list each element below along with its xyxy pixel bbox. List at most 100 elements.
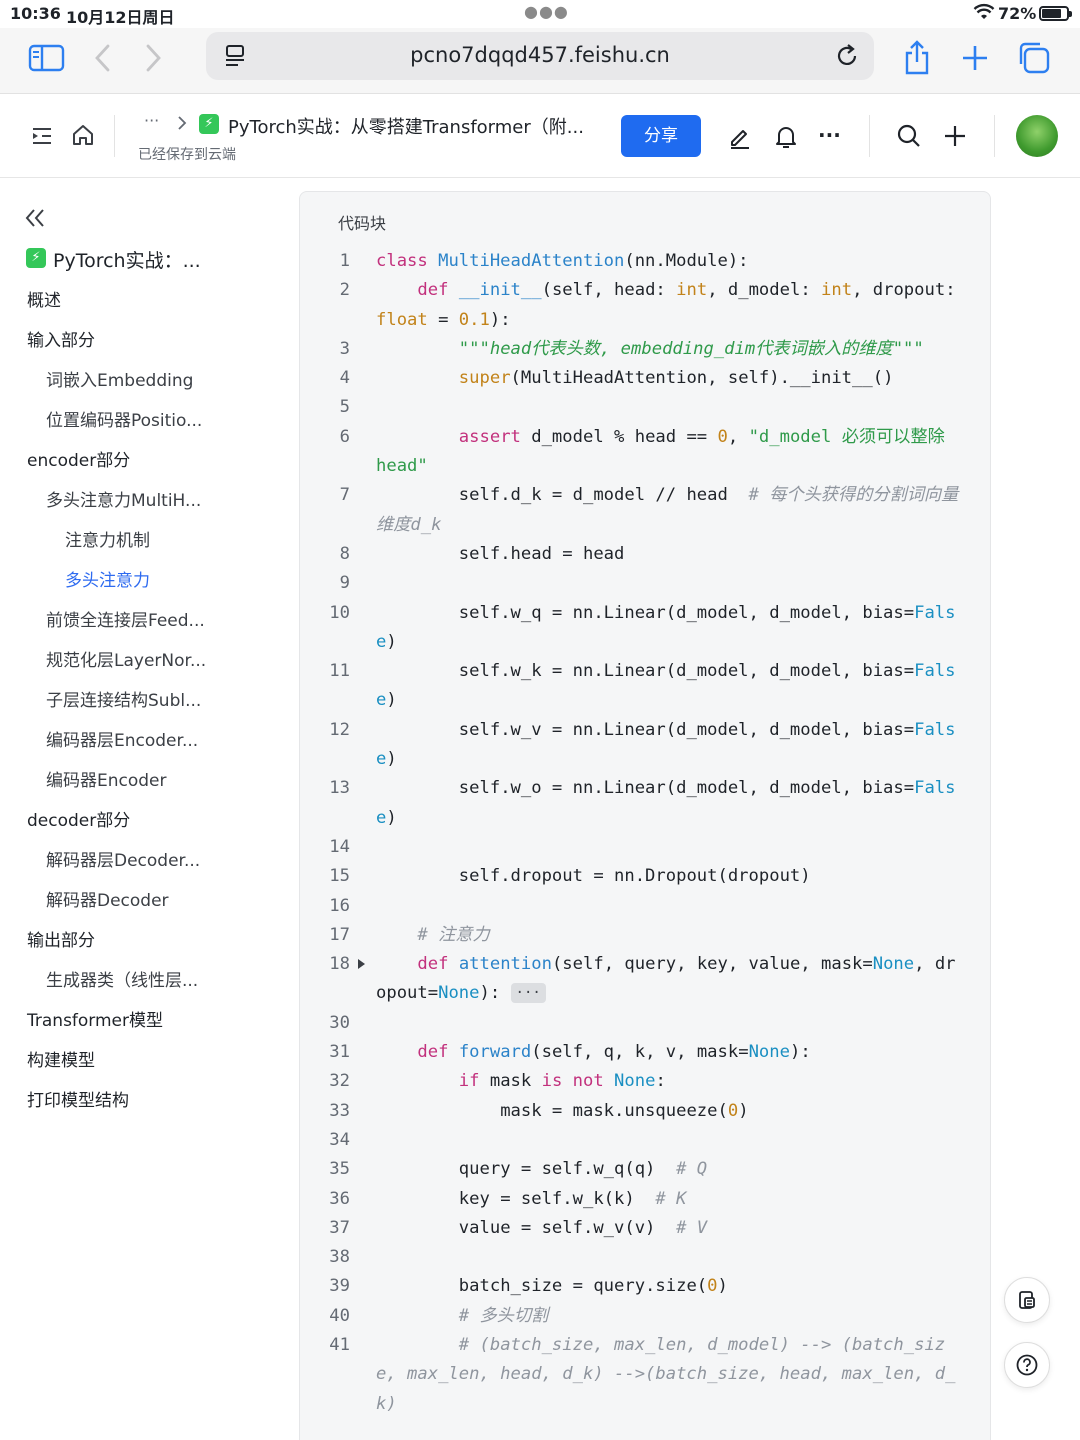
code-text[interactable]: super(MultiHeadAttention, self).__init__… <box>354 364 990 393</box>
code-line[interactable]: 1 class MultiHeadAttention(nn.Module): <box>300 247 990 276</box>
code-text[interactable]: self.w_q = nn.Linear(d_model, d_model, b… <box>354 599 990 658</box>
code-line[interactable]: 35 query = self.w_q(q) # Q <box>300 1155 990 1184</box>
code-line[interactable]: 31 def forward(self, q, k, v, mask=None)… <box>300 1038 990 1067</box>
code-text[interactable] <box>354 569 990 598</box>
code-text[interactable]: class MultiHeadAttention(nn.Module): <box>354 247 990 276</box>
code-text[interactable]: def attention(self, query, key, value, m… <box>354 950 990 1009</box>
code-line[interactable]: 30 <box>300 1009 990 1038</box>
forward-icon[interactable] <box>142 38 164 78</box>
code-text[interactable]: self.head = head <box>354 540 990 569</box>
outline-item[interactable]: 概述 <box>27 286 61 311</box>
code-line[interactable]: 40 # 多头切割 <box>300 1302 990 1331</box>
collapse-double-left-icon[interactable] <box>24 207 46 229</box>
code-block[interactable]: 代码块 1 class MultiHeadAttention(nn.Module)… <box>299 191 991 1440</box>
code-text[interactable] <box>354 1243 990 1272</box>
outline-item[interactable]: 规范化层LayerNor... <box>46 646 206 671</box>
home-icon[interactable] <box>71 123 95 147</box>
code-line[interactable]: 13 self.w_o = nn.Linear(d_model, d_model… <box>300 774 990 833</box>
code-line[interactable]: 4 super(MultiHeadAttention, self).__init… <box>300 364 990 393</box>
plus-icon[interactable] <box>942 123 968 149</box>
sidebar-toggle-icon[interactable] <box>28 38 66 78</box>
code-line[interactable]: 17 # 注意力 <box>300 921 990 950</box>
outline-item[interactable]: 注意力机制 <box>65 526 150 551</box>
help-button[interactable] <box>1004 1342 1050 1388</box>
code-text[interactable]: mask = mask.unsqueeze(0) <box>354 1097 990 1126</box>
code-text[interactable]: self.d_k = d_model // head # 每个头获得的分割词向量… <box>354 481 990 540</box>
code-line[interactable]: 6 assert d_model % head == 0, "d_model 必… <box>300 423 990 482</box>
code-text[interactable]: def __init__(self, head: int, d_model: i… <box>354 276 990 335</box>
folded-code-ellipsis[interactable]: ··· <box>510 983 546 1004</box>
code-text[interactable] <box>354 892 990 921</box>
avatar[interactable] <box>1016 115 1058 157</box>
url-text[interactable]: pcno7dqqd457.feishu.cn <box>206 43 874 67</box>
code-text[interactable]: # 注意力 <box>354 921 990 950</box>
code-text[interactable]: query = self.w_q(q) # Q <box>354 1155 990 1184</box>
outline-item[interactable]: 前馈全连接层Feed... <box>46 606 205 631</box>
code-text[interactable]: assert d_model % head == 0, "d_model 必须可… <box>354 423 990 482</box>
outline-item[interactable]: 输入部分 <box>27 326 95 351</box>
search-icon[interactable] <box>896 123 922 149</box>
edit-icon[interactable] <box>728 125 752 149</box>
code-text[interactable]: self.dropout = nn.Dropout(dropout) <box>354 862 990 891</box>
code-line[interactable]: 39 batch_size = query.size(0) <box>300 1272 990 1301</box>
code-text[interactable]: batch_size = query.size(0) <box>354 1272 990 1301</box>
back-icon[interactable] <box>92 38 114 78</box>
code-text[interactable]: if mask is not None: <box>354 1067 990 1096</box>
outline-item[interactable]: 位置编码器Positio... <box>46 406 202 431</box>
outline-item[interactable]: 编码器Encoder <box>46 766 167 791</box>
code-text[interactable]: value = self.w_v(v) # V <box>354 1214 990 1243</box>
code-text[interactable] <box>354 393 990 422</box>
outline-item[interactable]: 生成器类（线性层... <box>46 966 198 991</box>
reload-icon[interactable] <box>834 43 860 69</box>
tabs-icon[interactable] <box>1016 38 1052 78</box>
multitasking-dots-icon[interactable]: ●●● <box>524 2 569 21</box>
more-icon[interactable]: ··· <box>818 123 841 147</box>
code-line[interactable]: 2 def __init__(self, head: int, d_model:… <box>300 276 990 335</box>
outline-item[interactable]: 多头注意力MultiH... <box>46 486 201 511</box>
outline-item[interactable]: PyTorch实战：... <box>53 246 201 273</box>
comment-button[interactable] <box>1004 1277 1050 1323</box>
bell-icon[interactable] <box>774 124 798 150</box>
outline-item[interactable]: 解码器Decoder <box>46 886 169 911</box>
outline-item[interactable]: 解码器层Decoder... <box>46 846 200 871</box>
code-text[interactable]: self.w_k = nn.Linear(d_model, d_model, b… <box>354 657 990 716</box>
fold-arrow-icon[interactable] <box>358 959 365 970</box>
code-line[interactable]: 8 self.head = head <box>300 540 990 569</box>
outline-item[interactable]: 构建模型 <box>27 1046 95 1071</box>
code-line[interactable]: 38 <box>300 1243 990 1272</box>
code-line[interactable]: 7 self.d_k = d_model // head # 每个头获得的分割词… <box>300 481 990 540</box>
outline-item-active[interactable]: 多头注意力 <box>65 566 150 591</box>
code-text[interactable] <box>354 1126 990 1155</box>
code-line[interactable]: 15 self.dropout = nn.Dropout(dropout) <box>300 862 990 891</box>
code-line[interactable]: 32 if mask is not None: <box>300 1067 990 1096</box>
code-text[interactable]: # (batch_size, max_len, d_model) --> (ba… <box>354 1331 990 1419</box>
code-line[interactable]: 9 <box>300 569 990 598</box>
breadcrumb-more[interactable]: ··· <box>144 111 159 130</box>
doc-title[interactable]: PyTorch实战：从零搭建Transformer（附... <box>228 113 584 139</box>
code-line[interactable]: 11 self.w_k = nn.Linear(d_model, d_model… <box>300 657 990 716</box>
outline-item[interactable]: decoder部分 <box>27 806 130 831</box>
code-line[interactable]: 14 <box>300 833 990 862</box>
outline-item[interactable]: 打印模型结构 <box>27 1086 129 1111</box>
code-line[interactable]: 12 self.w_v = nn.Linear(d_model, d_model… <box>300 716 990 775</box>
code-line[interactable]: 36 key = self.w_k(k) # K <box>300 1185 990 1214</box>
code-text[interactable]: key = self.w_k(k) # K <box>354 1185 990 1214</box>
code-line[interactable]: 3 """head代表头数, embedding_dim代表词嵌入的维度""" <box>300 335 990 364</box>
code-text[interactable]: # 多头切割 <box>354 1302 990 1331</box>
code-text[interactable]: """head代表头数, embedding_dim代表词嵌入的维度""" <box>354 335 990 364</box>
outline-item[interactable]: 输出部分 <box>27 926 95 951</box>
outline-item[interactable]: 子层连接结构Subl... <box>46 686 201 711</box>
new-tab-icon[interactable] <box>960 38 990 78</box>
code-text[interactable]: self.w_v = nn.Linear(d_model, d_model, b… <box>354 716 990 775</box>
code-line[interactable]: 18 def attention(self, query, key, value… <box>300 950 990 1009</box>
code-text[interactable]: self.w_o = nn.Linear(d_model, d_model, b… <box>354 774 990 833</box>
code-line[interactable]: 16 <box>300 892 990 921</box>
code-line[interactable]: 41 # (batch_size, max_len, d_model) --> … <box>300 1331 990 1419</box>
share-icon[interactable] <box>902 38 932 78</box>
address-bar[interactable]: pcno7dqqd457.feishu.cn <box>206 32 874 80</box>
code-line[interactable]: 10 self.w_q = nn.Linear(d_model, d_model… <box>300 599 990 658</box>
code-line[interactable]: 33 mask = mask.unsqueeze(0) <box>300 1097 990 1126</box>
code-line[interactable]: 34 <box>300 1126 990 1155</box>
outline-item[interactable]: 编码器层Encoder... <box>46 726 198 751</box>
code-text[interactable] <box>354 1009 990 1038</box>
